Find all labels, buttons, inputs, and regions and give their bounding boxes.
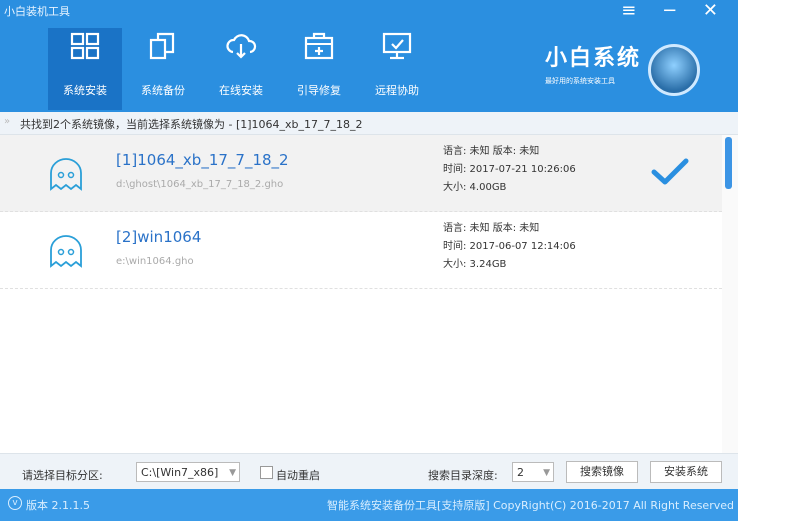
menu-icon[interactable]: ≡ — [621, 0, 646, 21]
nav-item-system-backup[interactable]: 系统备份 — [126, 28, 200, 110]
toolbox-icon — [304, 32, 334, 60]
minimize-icon[interactable]: − — [662, 0, 687, 21]
search-image-button[interactable]: 搜索镜像 — [566, 461, 638, 483]
brand-tagline: 最好用的系统安装工具 — [545, 77, 615, 85]
nav-label: 系统备份 — [141, 84, 185, 97]
nav-item-remote-assist[interactable]: 远程协助 — [360, 28, 434, 110]
image-meta: 语言: 未知 版本: 未知 时间: 2017-06-07 12:14:06 大小… — [443, 220, 576, 274]
ghost-icon — [50, 235, 82, 268]
depth-select[interactable]: 2 ▼ — [512, 462, 554, 482]
info-bar: » 共找到2个系统镜像，当前选择系统镜像为 - [1]1064_xb_17_7_… — [0, 112, 738, 135]
window-title: 小白装机工具 — [4, 5, 70, 18]
double-chevron-icon: » — [4, 116, 11, 127]
version-text: 版本 2.1.1.5 — [26, 499, 90, 512]
nav-label: 引导修复 — [297, 84, 341, 97]
image-list: [1]1064_xb_17_7_18_2 d:\ghost\1064_xb_17… — [0, 135, 722, 453]
windows-grid-icon — [70, 32, 100, 60]
footer: v 版本 2.1.1.5 智能系统安装备份工具[支持原版] CopyRight(… — [0, 489, 738, 521]
info-text: 共找到2个系统镜像，当前选择系统镜像为 - [1]1064_xb_17_7_18… — [20, 118, 363, 131]
depth-label: 搜索目录深度: — [428, 469, 498, 482]
image-name: [1]1064_xb_17_7_18_2 — [116, 151, 289, 169]
depth-value: 2 — [517, 466, 524, 479]
image-time: 时间: 2017-06-07 12:14:06 — [443, 241, 576, 252]
cloud-download-icon — [226, 34, 257, 59]
close-icon[interactable]: ✕ — [703, 0, 728, 21]
image-lang-version: 语言: 未知 版本: 未知 — [443, 146, 540, 157]
brand: 小白系统 最好用的系统安装工具 — [545, 40, 641, 86]
image-size: 大小: 4.00GB — [443, 182, 507, 193]
image-meta: 语言: 未知 版本: 未知 时间: 2017-07-21 10:26:06 大小… — [443, 143, 576, 197]
auto-restart-label: 自动重启 — [276, 469, 320, 482]
image-size: 大小: 3.24GB — [443, 259, 507, 270]
partition-value: C:\[Win7_x86] — [141, 466, 219, 479]
brand-name: 小白系统 — [545, 46, 642, 71]
image-lang-version: 语言: 未知 版本: 未知 — [443, 223, 540, 234]
header: 小白装机工具 ≡ − ✕ 系统安装 系统备份 在线安装 引导修复 远程协助 小白… — [0, 0, 738, 112]
partition-select[interactable]: C:\[Win7_x86] ▼ — [136, 462, 240, 482]
copyright-text: 智能系统安装备份工具[支持原版] CopyRight(C) 2016-2017 … — [327, 499, 734, 512]
nav-label: 系统安装 — [63, 84, 107, 97]
nav-item-boot-repair[interactable]: 引导修复 — [282, 28, 356, 110]
nav-item-online-install[interactable]: 在线安装 — [204, 28, 278, 110]
nav-label: 在线安装 — [219, 84, 263, 97]
nav-item-system-install[interactable]: 系统安装 — [48, 28, 122, 110]
brand-logo-icon — [648, 44, 700, 96]
image-path: d:\ghost\1064_xb_17_7_18_2.gho — [116, 179, 284, 190]
remote-monitor-icon — [382, 32, 412, 60]
image-time: 时间: 2017-07-21 10:26:06 — [443, 164, 576, 175]
bottom-bar: 请选择目标分区: C:\[Win7_x86] ▼ 自动重启 搜索目录深度: 2 … — [0, 453, 738, 490]
version-info-icon: v — [8, 496, 22, 510]
list-item[interactable]: [2]win1064 e:\win1064.gho 语言: 未知 版本: 未知 … — [0, 212, 722, 289]
partition-label: 请选择目标分区: — [22, 469, 103, 482]
app-window: 小白装机工具 ≡ − ✕ 系统安装 系统备份 在线安装 引导修复 远程协助 小白… — [0, 0, 738, 521]
image-path: e:\win1064.gho — [116, 256, 194, 267]
window-controls: ≡ − ✕ — [621, 0, 728, 21]
image-name: [2]win1064 — [116, 228, 202, 246]
list-item[interactable]: [1]1064_xb_17_7_18_2 d:\ghost\1064_xb_17… — [0, 135, 722, 212]
checkmark-icon — [651, 158, 689, 185]
install-system-button[interactable]: 安装系统 — [650, 461, 722, 483]
chevron-down-icon: ▼ — [229, 468, 236, 478]
ghost-icon — [50, 158, 82, 191]
scrollbar[interactable] — [722, 135, 738, 453]
copy-icon — [149, 32, 175, 60]
nav-label: 远程协助 — [375, 84, 419, 97]
auto-restart-checkbox[interactable] — [260, 466, 273, 479]
chevron-down-icon: ▼ — [543, 468, 550, 478]
scrollbar-thumb[interactable] — [725, 137, 732, 189]
